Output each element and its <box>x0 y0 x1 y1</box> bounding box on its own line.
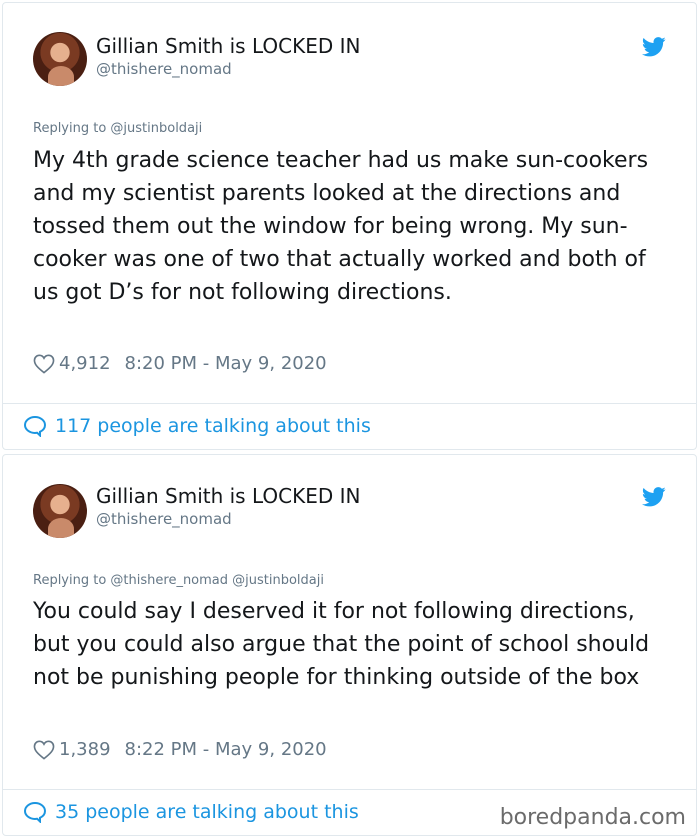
tweet-card-2: Gillian Smith is LOCKED IN @thishere_nom… <box>2 454 697 836</box>
tweet-text: You could say I deserved it for not foll… <box>33 599 650 690</box>
twitter-bird-icon[interactable] <box>642 487 666 507</box>
tweet-meta: 4,912 8:20 PM - May 9, 2020 <box>33 353 327 374</box>
twitter-bird-icon[interactable] <box>642 37 666 57</box>
avatar[interactable] <box>33 32 87 86</box>
divider <box>3 403 696 404</box>
tweet-meta: 1,389 8:22 PM - May 9, 2020 <box>33 739 327 760</box>
replying-to[interactable]: Replying to @thishere_nomad @justinbolda… <box>33 573 324 588</box>
speech-bubble-icon <box>23 415 47 437</box>
author-handle[interactable]: @thishere_nomad <box>96 510 232 528</box>
talking-link[interactable]: 35 people are talking about this <box>23 801 359 823</box>
timestamp[interactable]: 8:22 PM - May 9, 2020 <box>125 739 327 760</box>
tweet-card-1: Gillian Smith is LOCKED IN @thishere_nom… <box>2 2 697 450</box>
replying-to[interactable]: Replying to @justinboldaji <box>33 121 202 136</box>
talking-text[interactable]: 35 people are talking about this <box>55 801 359 823</box>
author-handle[interactable]: @thishere_nomad <box>96 60 232 78</box>
speech-bubble-icon <box>23 801 47 823</box>
author-name[interactable]: Gillian Smith is LOCKED IN <box>96 484 360 508</box>
divider <box>3 789 696 790</box>
avatar[interactable] <box>33 484 87 538</box>
heart-icon[interactable] <box>33 740 55 760</box>
talking-text[interactable]: 117 people are talking about this <box>55 415 371 437</box>
timestamp[interactable]: 8:20 PM - May 9, 2020 <box>125 353 327 374</box>
like-count[interactable]: 1,389 <box>59 739 111 760</box>
like-count[interactable]: 4,912 <box>59 353 111 374</box>
author-name[interactable]: Gillian Smith is LOCKED IN <box>96 34 360 58</box>
tweet-text: My 4th grade science teacher had us make… <box>33 148 649 305</box>
watermark: boredpanda.com <box>499 805 686 830</box>
heart-icon[interactable] <box>33 354 55 374</box>
talking-link[interactable]: 117 people are talking about this <box>23 415 371 437</box>
